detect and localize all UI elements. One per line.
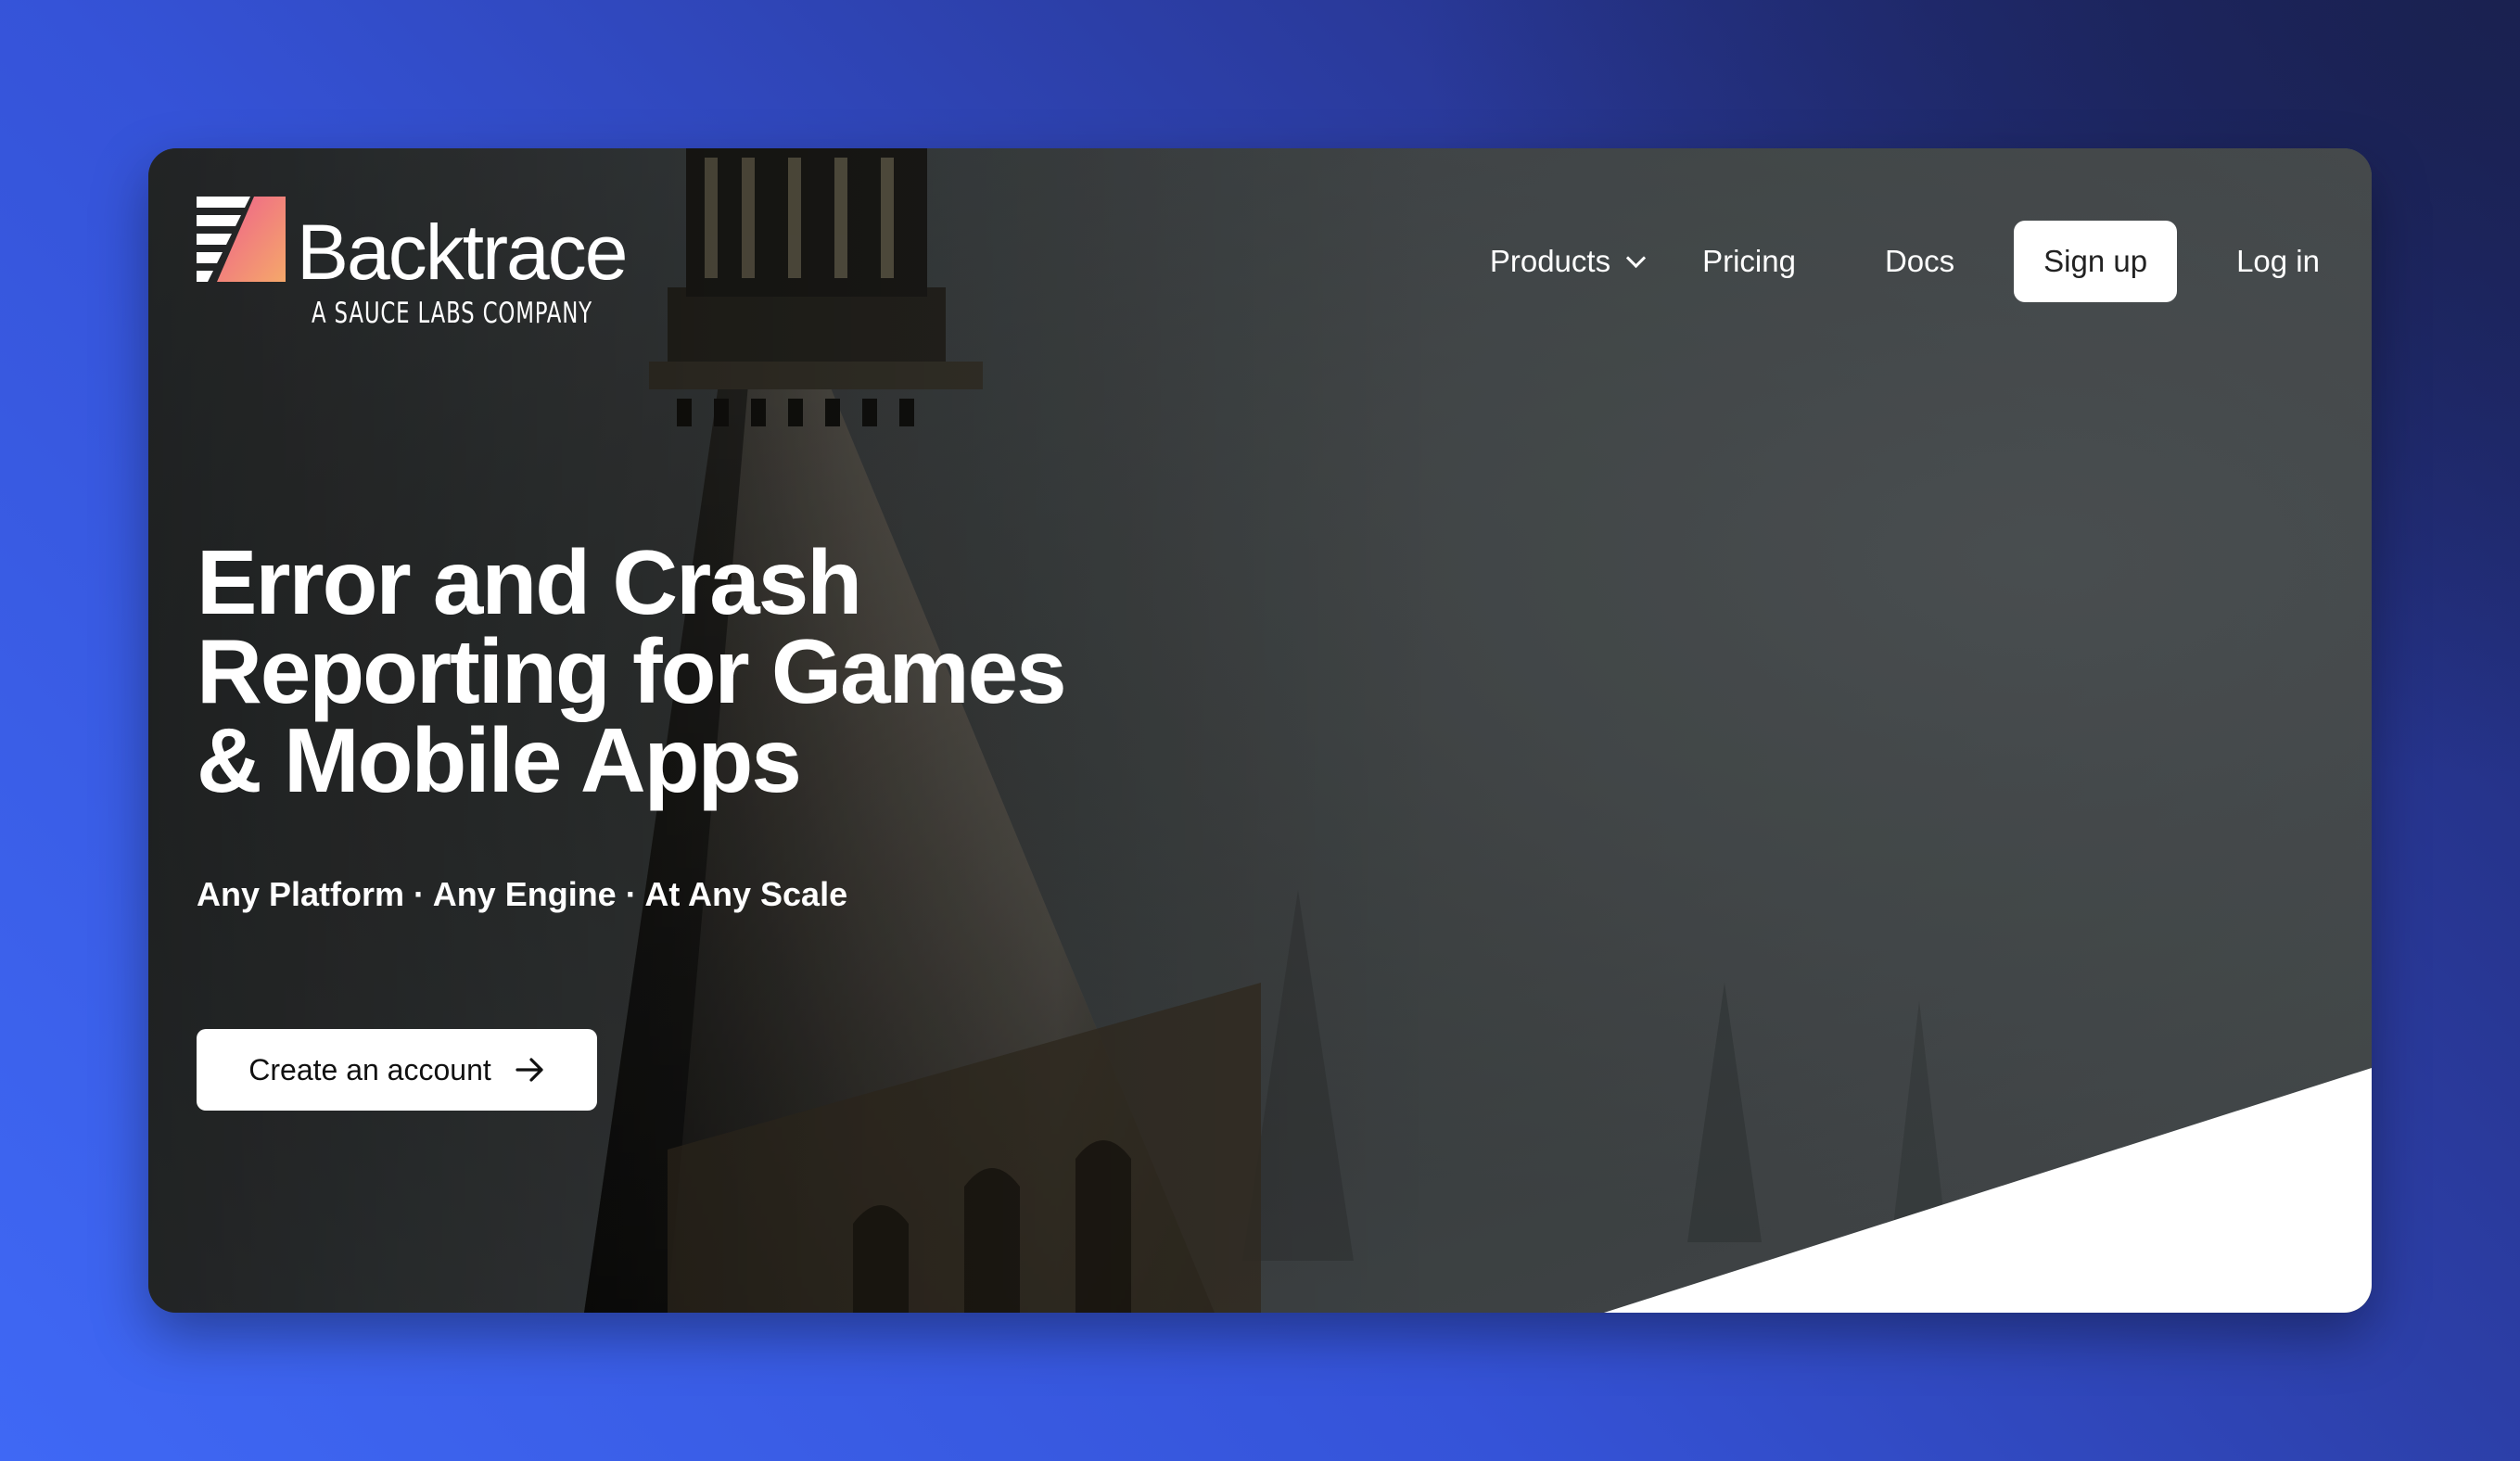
- hero-title-line-1: Error and Crash: [197, 531, 862, 633]
- brand-logo[interactable]: Backtrace A SAUCE LABS COMPANY: [197, 197, 628, 336]
- arrow-right-icon: [515, 1058, 543, 1082]
- create-account-button[interactable]: Create an account: [197, 1029, 597, 1111]
- create-account-label: Create an account: [248, 1052, 491, 1086]
- brand-tagline: A SAUCE LABS COMPANY: [312, 297, 592, 330]
- nav-products-label: Products: [1489, 244, 1611, 278]
- nav-products[interactable]: Products: [1489, 221, 1647, 302]
- hero-title-line-3: & Mobile Apps: [197, 709, 802, 811]
- main-nav: Products Pricing Docs Sign up Log in: [1490, 221, 2320, 302]
- hero-title-line-2: Reporting for Games: [197, 620, 1067, 722]
- brand-name: Backtrace: [297, 209, 628, 296]
- backtrace-logo-icon: [197, 197, 286, 282]
- chevron-down-icon: [1625, 248, 1647, 268]
- login-link[interactable]: Log in: [2236, 221, 2320, 302]
- nav-pricing[interactable]: Pricing: [1702, 221, 1796, 302]
- hero-title: Error and Crash Reporting for Games & Mo…: [197, 531, 1216, 811]
- hero-subtitle: Any Platform · Any Engine · At Any Scale: [197, 875, 848, 913]
- signup-button[interactable]: Sign up: [2014, 221, 2178, 302]
- hero-card: Backtrace A SAUCE LABS COMPANY Products …: [148, 148, 2372, 1313]
- nav-docs[interactable]: Docs: [1885, 221, 1954, 302]
